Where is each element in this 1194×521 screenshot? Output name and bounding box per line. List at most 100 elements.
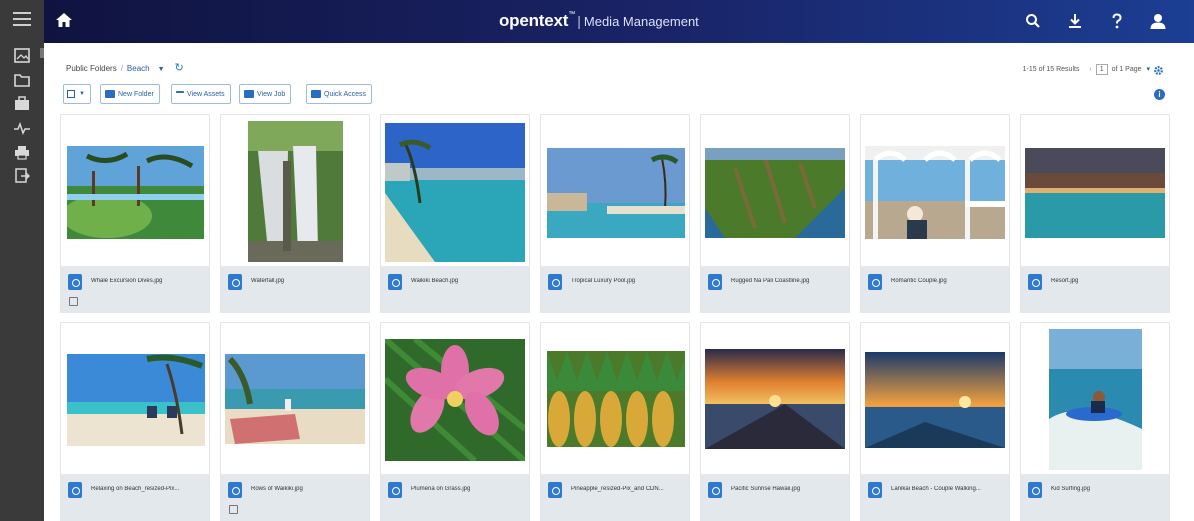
page-total: of 1 Page [1111,66,1142,73]
asset-caption: Kid Surfing.jpg [1021,474,1169,521]
asset-card[interactable]: Pacific Sunrise Hawaii.jpg [700,322,850,521]
asset-filename[interactable]: Waikiki Beach.jpg [411,278,523,284]
asset-filename[interactable]: Lanikai Beach - Couple Walking... [891,486,1003,492]
asset-thumbnail[interactable] [1049,329,1142,470]
asset-thumbnail[interactable] [67,146,204,239]
asset-filename[interactable]: Relaxing on Beach_resized-Pix... [91,486,203,492]
asset-thumbnail[interactable] [865,352,1005,448]
asset-filename[interactable]: Tropical Luxury Pool.jpg [571,278,683,284]
top-bar: opentext™ | Media Management [44,0,1194,43]
asset-filename[interactable]: Resort.jpg [1051,278,1163,284]
asset-card[interactable]: Waterfall.jpg [220,114,370,313]
help-icon[interactable] [1107,11,1127,31]
asset-caption: Whale Excursion Dives.jpg [61,266,209,313]
gallery-icon[interactable] [14,48,30,63]
asset-thumbnail[interactable] [705,349,845,449]
select-all-checkbox-dropdown[interactable]: ▼ [63,84,91,104]
printer-icon[interactable] [14,145,30,160]
search-icon[interactable] [1023,11,1043,31]
image-file-icon [1028,482,1042,498]
asset-filename[interactable]: Pacific Sunrise Hawaii.jpg [731,486,843,492]
left-rail [0,0,44,521]
asset-thumbnail[interactable] [547,148,685,238]
asset-card[interactable]: Waikiki Beach.jpg [380,114,530,313]
gear-icon[interactable] [1153,63,1164,75]
asset-filename[interactable]: Kid Surfing.jpg [1051,486,1163,492]
breadcrumb-current[interactable]: Beach [127,64,150,73]
quick-access-label: Quick Access [324,90,367,98]
asset-thumbnail[interactable] [225,354,365,444]
asset-caption: Waterfall.jpg [221,266,369,313]
asset-thumbnail[interactable] [385,339,525,461]
asset-caption: Romantic Couple.jpg [861,266,1009,313]
asset-filename[interactable]: Waterfall.jpg [251,278,363,284]
asset-card[interactable]: Plumeria on Grass.jpg [380,322,530,521]
asset-filename[interactable]: Rows of Waikiki.jpg [251,486,363,492]
menu-icon[interactable] [13,12,31,26]
asset-card[interactable]: Rugged Na Pali Coastline.jpg [700,114,850,313]
image-file-icon [388,482,402,498]
folder-plus-icon [105,90,115,98]
image-file-icon [708,482,722,498]
briefcase-icon[interactable] [14,96,30,111]
image-file-icon [548,274,562,290]
asset-card[interactable]: Kid Surfing.jpg [1020,322,1170,521]
page-number-input[interactable]: 1 [1095,64,1108,75]
asset-filename[interactable]: Romantic Couple.jpg [891,278,1003,284]
asset-filename[interactable]: Whale Excursion Dives.jpg [91,278,203,284]
checkbox-icon [67,90,75,98]
chevron-down-icon[interactable]: ▾ [1146,66,1150,73]
folder-icon[interactable] [14,72,30,87]
home-icon[interactable] [55,11,73,29]
chevron-down-icon[interactable]: ▼ [158,66,165,73]
asset-card[interactable]: Relaxing on Beach_resized-Pix... [60,322,210,521]
asset-card[interactable]: Rows of Waikiki.jpg [220,322,370,521]
refresh-icon[interactable]: ↻ [175,61,184,74]
asset-card[interactable]: Tropical Luxury Pool.jpg [540,114,690,313]
brand-separator: | [577,13,581,29]
asset-caption: Pacific Sunrise Hawaii.jpg [701,474,849,521]
product-name: Media Management [583,14,699,29]
user-icon[interactable] [1148,11,1168,31]
asset-card[interactable]: Lanikai Beach - Couple Walking... [860,322,1010,521]
new-folder-button[interactable]: New Folder [100,84,160,104]
info-icon[interactable]: i [1154,89,1165,100]
export-icon[interactable] [14,168,30,183]
image-file-icon [68,274,82,290]
asset-filename[interactable]: Plumeria on Grass.jpg [411,486,523,492]
asset-caption: Pineapple_resized-Pix_and CDN... [541,474,689,521]
view-assets-button[interactable]: View Assets [171,84,231,104]
asset-filename[interactable]: Pineapple_resized-Pix_and CDN... [571,486,683,492]
subasset-icon[interactable] [229,505,238,514]
image-file-icon [868,274,882,290]
job-icon [244,90,254,98]
image-file-icon [1028,274,1042,290]
view-job-label: View Job [257,90,286,98]
assets-icon [176,91,184,97]
image-file-icon [68,482,82,498]
asset-thumbnail[interactable] [865,146,1005,239]
asset-thumbnail[interactable] [248,121,343,262]
previous-page-icon[interactable]: ‹ [1089,66,1091,73]
results-count: 1-15 of 15 Results [1022,66,1080,73]
quick-access-button[interactable]: Quick Access [306,84,373,104]
subasset-icon[interactable] [69,297,78,306]
asset-thumbnail[interactable] [705,148,845,238]
asset-card[interactable]: Whale Excursion Dives.jpg [60,114,210,313]
view-job-button[interactable]: View Job [239,84,292,104]
asset-card[interactable]: Pineapple_resized-Pix_and CDN... [540,322,690,521]
image-file-icon [388,274,402,290]
activity-icon[interactable] [14,121,30,136]
download-icon[interactable] [1065,11,1085,31]
asset-thumbnail[interactable] [547,351,685,447]
asset-card[interactable]: Resort.jpg [1020,114,1170,313]
quick-access-icon [311,90,321,98]
asset-thumbnail[interactable] [385,123,525,262]
asset-thumbnail[interactable] [67,354,205,446]
asset-thumbnail[interactable] [1025,148,1165,238]
asset-caption: Tropical Luxury Pool.jpg [541,266,689,313]
brand-trademark: ™ [568,11,576,18]
asset-card[interactable]: Romantic Couple.jpg [860,114,1010,313]
breadcrumb-root[interactable]: Public Folders [66,64,117,73]
asset-filename[interactable]: Rugged Na Pali Coastline.jpg [731,278,843,284]
